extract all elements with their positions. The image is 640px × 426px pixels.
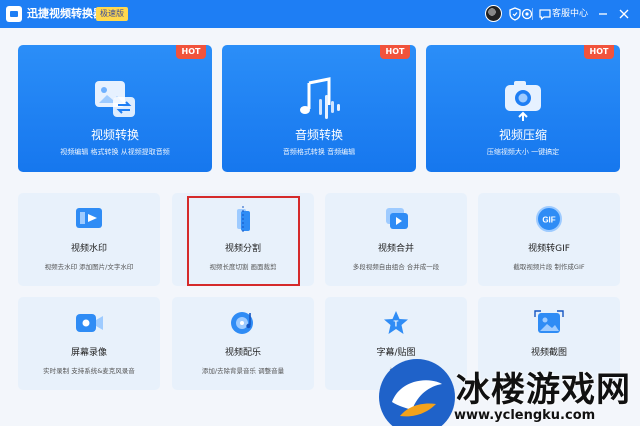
screen-record-card[interactable]: 屏幕录像 实时录制 支持系统&麦克风录音 bbox=[18, 297, 160, 390]
screenshot-icon bbox=[534, 310, 564, 333]
card-subtitle: 视频编辑 格式转换 从视频提取音频 bbox=[60, 148, 170, 156]
card-title: 视频压缩 bbox=[498, 128, 547, 142]
subtitle-icon: T bbox=[384, 311, 408, 334]
minimize-icon[interactable] bbox=[596, 7, 610, 21]
hot-badge: HOT bbox=[584, 45, 614, 59]
card-title: 视频合并 bbox=[377, 244, 414, 254]
card-title: 字幕/贴图 bbox=[376, 348, 416, 358]
card-subtitle: 压缩视频大小 一键搞定 bbox=[486, 148, 560, 156]
highlight-box bbox=[187, 196, 300, 286]
card-title: 屏幕录像 bbox=[70, 348, 107, 358]
app-logo-icon bbox=[6, 6, 22, 22]
chat-icon[interactable] bbox=[538, 7, 552, 21]
card-subtitle: 实时录制 支持系统&麦克风录音 bbox=[43, 367, 135, 375]
card-title: 音频转换 bbox=[294, 128, 343, 142]
video-to-gif-card[interactable]: GIF 视频转GIF 截取视频片段 制作成GIF bbox=[478, 193, 620, 286]
app-title: 迅捷视频转换器 bbox=[27, 7, 104, 20]
music-note-icon bbox=[300, 77, 340, 119]
card-title: 视频水印 bbox=[70, 244, 107, 254]
screen-record-icon bbox=[76, 314, 103, 332]
card-subtitle: 添加/去除背景音乐 调整音量 bbox=[201, 367, 285, 375]
watermark-text: 冰楼游戏网 bbox=[456, 370, 631, 410]
watermark-icon bbox=[76, 208, 102, 228]
audio-convert-card[interactable]: HOT 音频转换 音频格式转换 音频编辑 bbox=[222, 45, 416, 172]
card-subtitle: 截取视频片段 制作成GIF bbox=[513, 263, 585, 271]
edition-badge: 极速版 bbox=[96, 7, 128, 21]
watermark-url: www.yclengku.com bbox=[454, 408, 596, 423]
video-music-card[interactable]: 视频配乐 添加/去除背景音乐 调整音量 bbox=[172, 297, 314, 390]
hot-badge: HOT bbox=[380, 45, 410, 59]
camera-compress-icon bbox=[505, 81, 541, 121]
support-center-link[interactable]: 客服中心 bbox=[552, 7, 588, 21]
svg-text:T: T bbox=[394, 320, 399, 329]
title-bar: 迅捷视频转换器 极速版 客服中心 bbox=[0, 0, 640, 28]
merge-icon bbox=[386, 208, 408, 229]
titlebar-divider bbox=[532, 8, 533, 20]
video-convert-icon bbox=[95, 81, 135, 117]
card-title: 视频转GIF bbox=[528, 244, 570, 254]
hot-badge: HOT bbox=[176, 45, 206, 59]
card-subtitle: 多段视频自由组合 合并成一段 bbox=[352, 263, 440, 271]
card-title: 视频截图 bbox=[530, 348, 567, 358]
card-title: 视频转换 bbox=[90, 128, 139, 142]
svg-text:GIF: GIF bbox=[542, 216, 555, 225]
gif-icon: GIF bbox=[536, 206, 562, 232]
video-compress-card[interactable]: HOT 视频压缩 压缩视频大小 一键搞定 bbox=[426, 45, 620, 172]
close-icon[interactable] bbox=[617, 7, 631, 21]
card-subtitle: 音频格式转换 音频编辑 bbox=[282, 148, 356, 156]
watermark-logo-icon bbox=[379, 359, 455, 426]
card-subtitle: 视频去水印 添加图片/文字水印 bbox=[44, 263, 134, 271]
video-merge-card[interactable]: 视频合并 多段视频自由组合 合并成一段 bbox=[325, 193, 467, 286]
avatar[interactable] bbox=[485, 5, 502, 22]
video-watermark-card[interactable]: 视频水印 视频去水印 添加图片/文字水印 bbox=[18, 193, 160, 286]
music-disc-icon bbox=[231, 312, 253, 334]
card-title: 视频配乐 bbox=[224, 348, 261, 358]
video-convert-card[interactable]: HOT 视频转换 视频编辑 格式转换 从视频提取音频 bbox=[18, 45, 212, 172]
